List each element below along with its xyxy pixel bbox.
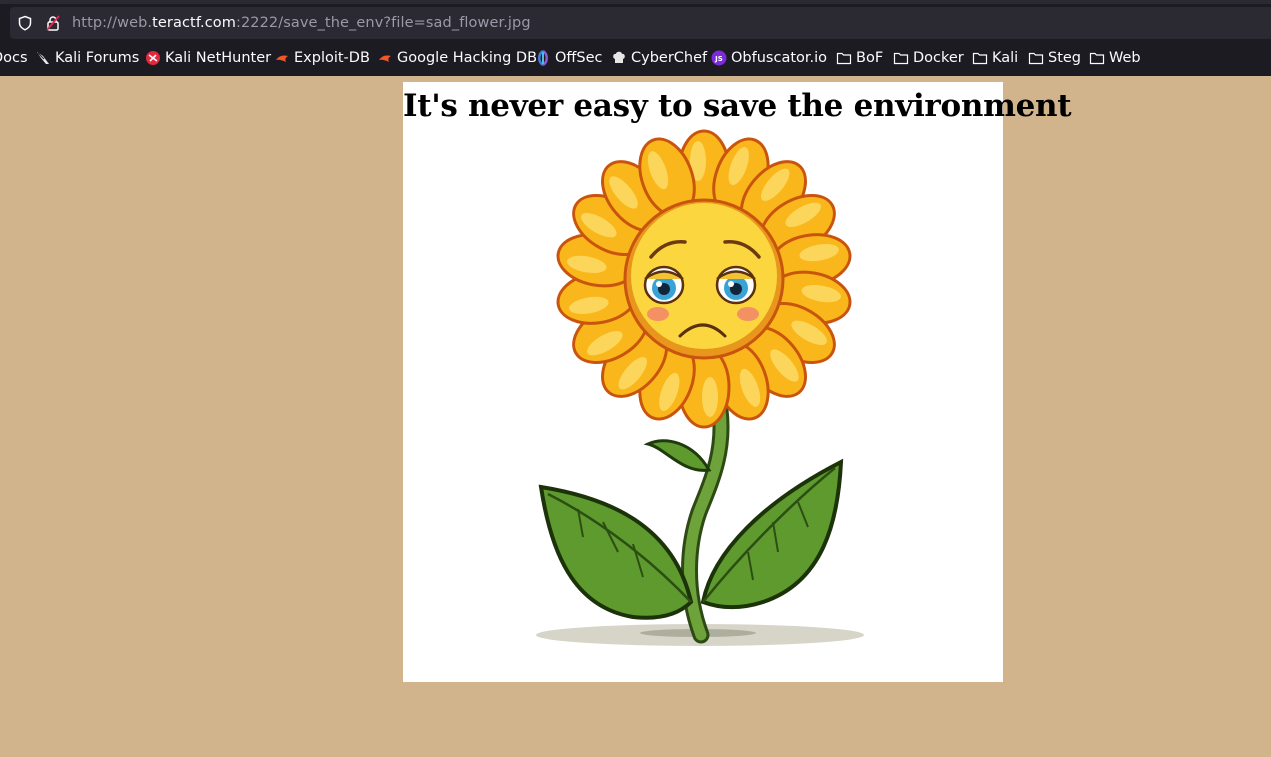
bookmark-label: OffSec xyxy=(555,50,603,66)
sad-sunflower-illustration xyxy=(536,129,864,646)
bookmark-folder-docker[interactable]: Docker xyxy=(893,44,964,72)
bookmark-label: BoF xyxy=(856,50,884,66)
folder-icon xyxy=(1028,50,1044,66)
bookmark-label: Docker xyxy=(913,50,964,66)
svg-text:JS: JS xyxy=(714,55,723,63)
sad-flower-image: It's never easy to save the environment xyxy=(403,82,1072,682)
exploit-db-icon xyxy=(377,50,393,66)
bookmark-label: Obfuscator.io xyxy=(731,50,828,66)
bookmark-folder-kali[interactable]: Kali xyxy=(972,44,1018,72)
offsec-icon xyxy=(535,50,551,66)
petal-highlight xyxy=(702,377,718,417)
bookmarks-toolbar: Docs Kali Forums Kali NetHunter Exploit-… xyxy=(0,44,1271,72)
bookmark-label: Google Hacking DB xyxy=(397,50,538,66)
bookmark-label: Steg xyxy=(1048,50,1082,66)
bookmark-label: CyberChef xyxy=(631,50,708,66)
bookmark-exploit-db[interactable]: Exploit-DB xyxy=(274,44,370,72)
url-text[interactable]: http://web.teractf.com:2222/save_the_env… xyxy=(72,15,531,31)
bookmark-kali-nethunter[interactable]: Kali NetHunter xyxy=(145,44,271,72)
tab-strip-edge xyxy=(0,0,1271,4)
bookmark-label: Kali Forums xyxy=(55,50,140,66)
js-icon: JS xyxy=(711,50,727,66)
chef-hat-icon xyxy=(611,50,627,66)
bookmark-kali-forums[interactable]: Kali Forums xyxy=(35,44,139,72)
exploit-db-icon xyxy=(274,50,290,66)
bookmark-label: Web xyxy=(1109,50,1141,66)
bookmark-cyberchef[interactable]: CyberChef xyxy=(611,44,707,72)
bookmark-google-hacking-db[interactable]: Google Hacking DB xyxy=(377,44,537,72)
bookmark-label: Docs xyxy=(0,50,28,66)
bookmark-label: Exploit-DB xyxy=(294,50,370,66)
insecure-lock-icon[interactable] xyxy=(45,15,61,31)
bookmark-folder-steg[interactable]: Steg xyxy=(1028,44,1081,72)
page-title: It's never easy to save the environment xyxy=(403,88,1072,124)
bookmark-folder-bof[interactable]: BoF xyxy=(836,44,883,72)
bookmark-label: Kali NetHunter xyxy=(165,50,272,66)
bookmark-offsec[interactable]: OffSec xyxy=(535,44,603,72)
bookmark-folder-web[interactable]: Web xyxy=(1089,44,1141,72)
tracking-shield-icon[interactable] xyxy=(17,15,33,31)
bookmark-label: Kali xyxy=(992,50,1019,66)
nethunter-icon xyxy=(145,50,161,66)
folder-icon xyxy=(1089,50,1105,66)
kali-dragon-icon xyxy=(35,50,51,66)
folder-icon xyxy=(972,50,988,66)
folder-icon xyxy=(836,50,852,66)
folder-icon xyxy=(893,50,909,66)
browser-chrome: http://web.teractf.com:2222/save_the_env… xyxy=(0,0,1271,76)
bookmark-obfuscator-io[interactable]: JS Obfuscator.io xyxy=(711,44,827,72)
address-bar[interactable]: http://web.teractf.com:2222/save_the_env… xyxy=(10,7,1271,39)
bookmark-docs[interactable]: Docs xyxy=(0,44,28,72)
